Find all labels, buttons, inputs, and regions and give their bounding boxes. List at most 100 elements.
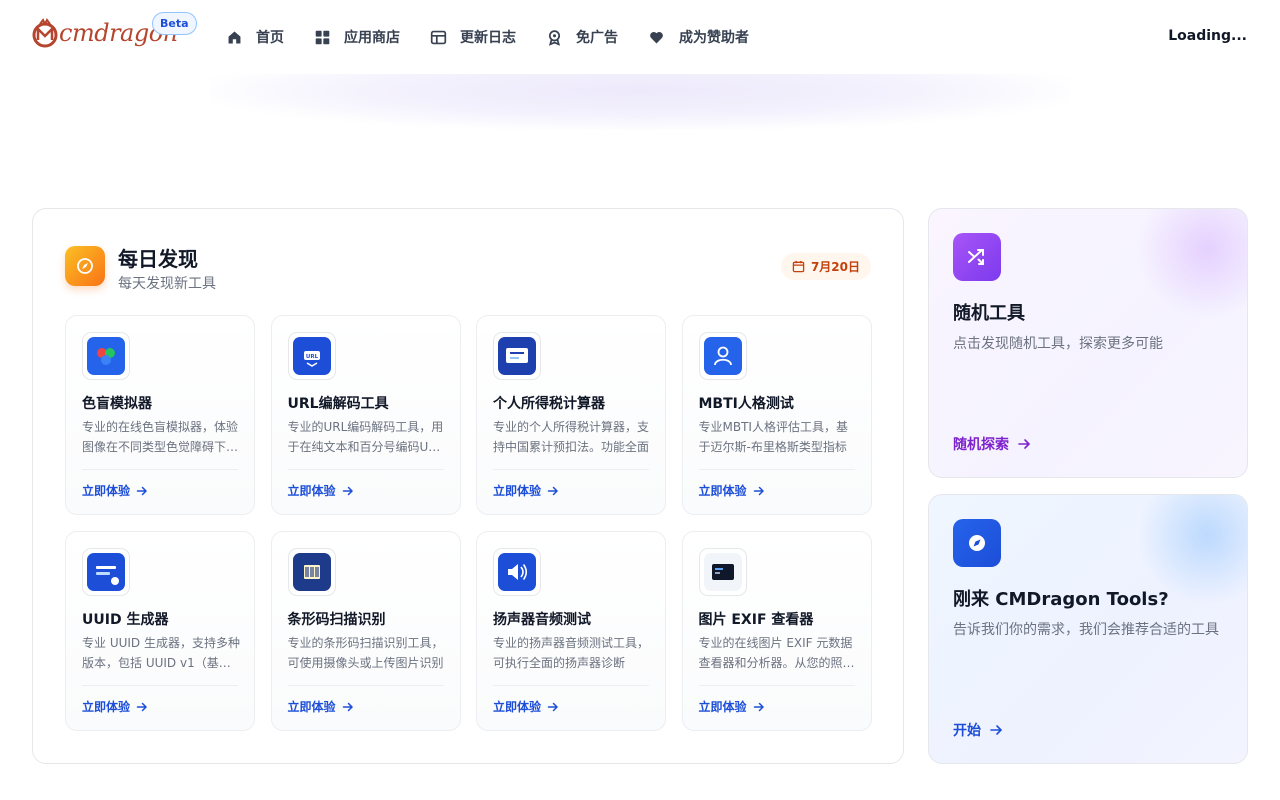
tool-icon-frame bbox=[82, 548, 130, 596]
newcomer-title: 刚来 CMDragon Tools? bbox=[953, 589, 1169, 610]
tool-desc: 专业 UUID 生成器，支持多种版本，包括 UUID v1（基于时间） bbox=[82, 636, 240, 670]
arrow-right-icon bbox=[990, 725, 1003, 735]
divider bbox=[698, 685, 855, 686]
tool-name: URL编解码工具 bbox=[287, 396, 389, 412]
tool-icon-frame bbox=[698, 332, 747, 380]
tool-desc: 专业MBTI人格评估工具，基于迈尔斯-布里格斯类型指标 bbox=[698, 420, 848, 454]
try-now-link[interactable]: 立即体验 bbox=[699, 482, 765, 499]
try-now-label: 立即体验 bbox=[287, 700, 336, 714]
barcode-icon bbox=[292, 553, 331, 591]
compass-icon bbox=[953, 519, 1001, 567]
tool-name: 扬声器音频测试 bbox=[493, 612, 591, 628]
tool-name: UUID 生成器 bbox=[82, 612, 169, 628]
tool-name: 个人所得税计算器 bbox=[493, 396, 605, 412]
main-nav: 首页 应用商店 更新日志 免广告 成为赞助者 bbox=[226, 24, 779, 50]
speaker-icon bbox=[498, 553, 536, 591]
tool-card[interactable]: 图片 EXIF 查看器专业的在线图片 EXIF 元数据查看器和分析器。从您的照片… bbox=[681, 531, 872, 731]
nav-item-sponsor[interactable]: 成为赞助者 bbox=[648, 27, 749, 47]
tool-name: 色盲模拟器 bbox=[82, 396, 152, 412]
try-now-link[interactable]: 立即体验 bbox=[493, 482, 559, 499]
tax-icon bbox=[498, 337, 536, 375]
nav-item-app-store[interactable]: 应用商店 bbox=[314, 27, 400, 47]
arrow-right-icon bbox=[342, 702, 353, 711]
tool-name: 条形码扫描识别 bbox=[287, 612, 386, 628]
try-now-label: 立即体验 bbox=[82, 484, 131, 498]
try-now-label: 立即体验 bbox=[698, 700, 747, 714]
tool-icon-frame bbox=[493, 332, 541, 380]
newcomer-card[interactable]: 刚来 CMDragon Tools? 告诉我们你的需求，我们会推荐合适的工具 开… bbox=[928, 494, 1248, 764]
tool-desc: 专业的个人所得税计算器，支持中国累计预扣法。功能全面 bbox=[493, 420, 650, 454]
tool-card[interactable]: 扬声器音频测试专业的扬声器音频测试工具，可执行全面的扬声器诊断立即体验 bbox=[476, 531, 666, 731]
try-now-link[interactable]: 立即体验 bbox=[288, 698, 354, 715]
start-link[interactable]: 开始 bbox=[953, 720, 1003, 740]
try-now-link[interactable]: 立即体验 bbox=[82, 482, 148, 499]
section-title: 每日发现 bbox=[118, 247, 198, 271]
random-tool-card[interactable]: 随机工具 点击发现随机工具，探索更多可能 随机探索 bbox=[928, 208, 1248, 478]
tool-icon-frame: URL bbox=[287, 332, 336, 380]
nav-label: 免广告 bbox=[576, 30, 618, 46]
shuffle-icon bbox=[953, 233, 1001, 281]
user-status: Loading... bbox=[1168, 28, 1247, 44]
tool-desc: 专业的条形码扫描识别工具，可使用摄像头或上传图片识别 bbox=[287, 636, 444, 670]
try-now-label: 立即体验 bbox=[493, 484, 542, 498]
nav-label: 成为赞助者 bbox=[679, 30, 749, 46]
tool-icon-frame bbox=[287, 548, 336, 596]
person-icon bbox=[703, 337, 742, 375]
calendar-icon bbox=[792, 260, 805, 273]
nav-label: 更新日志 bbox=[460, 30, 516, 46]
arrow-right-icon bbox=[1018, 439, 1031, 449]
tool-desc: 专业的扬声器音频测试工具，可执行全面的扬声器诊断 bbox=[493, 636, 650, 670]
tool-card[interactable]: URL URL编解码工具专业的URL编码解码工具，用于在纯文本和百分号编码URL之… bbox=[270, 315, 461, 515]
log-icon bbox=[430, 30, 447, 44]
random-explore-link[interactable]: 随机探索 bbox=[953, 434, 1031, 454]
divider bbox=[287, 469, 444, 470]
divider bbox=[287, 685, 444, 686]
newcomer-desc: 告诉我们你的需求，我们会推荐合适的工具 bbox=[953, 622, 1219, 638]
tool-name: 图片 EXIF 查看器 bbox=[698, 612, 814, 628]
random-title: 随机工具 bbox=[953, 303, 1025, 324]
heart-icon bbox=[650, 31, 663, 43]
tool-desc: 专业的在线图片 EXIF 元数据查看器和分析器。从您的照片中提取信息 bbox=[698, 636, 855, 670]
tool-card[interactable]: 色盲模拟器专业的在线色盲模拟器，体验图像在不同类型色觉障碍下的呈现效果立即体验 bbox=[65, 315, 255, 515]
tool-icon-frame bbox=[82, 332, 130, 380]
arrow-right-icon bbox=[342, 486, 353, 495]
divider bbox=[82, 469, 238, 470]
grid-icon bbox=[315, 30, 330, 44]
badge-icon bbox=[548, 29, 561, 46]
tool-card[interactable]: 条形码扫描识别专业的条形码扫描识别工具，可使用摄像头或上传图片识别立即体验 bbox=[270, 531, 461, 731]
try-now-link[interactable]: 立即体验 bbox=[493, 698, 559, 715]
date-text: 7月20日 bbox=[810, 260, 860, 274]
tool-card[interactable]: MBTI人格测试 专业MBTI人格评估工具，基于迈尔斯-布里格斯类型指标 立即体验 bbox=[681, 315, 872, 515]
random-cta-label: 随机探索 bbox=[953, 437, 1009, 453]
nav-label: 首页 bbox=[256, 30, 284, 46]
color-blind-icon bbox=[87, 337, 125, 375]
section-subtitle: 每天发现新工具 bbox=[118, 276, 216, 292]
nav-item-changelog[interactable]: 更新日志 bbox=[430, 27, 516, 47]
top-navbar: cmdragon Beta 首页 应用商店 更新日志 免广告 成为赞助者 Loa… bbox=[0, 0, 1280, 74]
try-now-label: 立即体验 bbox=[493, 700, 542, 714]
nav-item-home[interactable]: 首页 bbox=[226, 27, 284, 47]
nav-item-ad-free[interactable]: 免广告 bbox=[546, 27, 618, 47]
divider bbox=[698, 469, 855, 470]
try-now-label: 立即体验 bbox=[287, 484, 336, 498]
try-now-link[interactable]: 立即体验 bbox=[288, 482, 354, 499]
dragon-logo-icon bbox=[32, 18, 58, 48]
tool-desc: 专业的在线色盲模拟器，体验图像在不同类型色觉障碍下的呈现效果 bbox=[82, 420, 239, 454]
url-icon: URL bbox=[292, 337, 331, 375]
arrow-right-icon bbox=[753, 486, 764, 495]
arrow-right-icon bbox=[136, 486, 148, 495]
daily-discovery-card: 每日发现 每天发现新工具 7月20日 色盲模拟器专业的在线色盲模拟器，体验图像在… bbox=[32, 208, 904, 764]
try-now-link[interactable]: 立即体验 bbox=[699, 698, 765, 715]
decor-blob bbox=[1137, 209, 1247, 319]
svg-text:URL: URL bbox=[305, 354, 318, 360]
tool-desc: 专业的URL编码解码工具，用于在纯文本和百分号编码URL之间转换 bbox=[287, 420, 444, 454]
tool-card[interactable]: UUID 生成器专业 UUID 生成器，支持多种版本，包括 UUID v1（基于… bbox=[65, 531, 255, 731]
tool-icon-frame bbox=[493, 548, 541, 596]
arrow-right-icon bbox=[547, 486, 559, 495]
tool-card[interactable]: 个人所得税计算器专业的个人所得税计算器，支持中国累计预扣法。功能全面立即体验 bbox=[476, 315, 666, 515]
random-desc: 点击发现随机工具，探索更多可能 bbox=[953, 336, 1163, 352]
try-now-link[interactable]: 立即体验 bbox=[82, 698, 148, 715]
uuid-icon bbox=[87, 553, 125, 591]
try-now-label: 立即体验 bbox=[82, 700, 131, 714]
hero-glow bbox=[210, 74, 1070, 130]
